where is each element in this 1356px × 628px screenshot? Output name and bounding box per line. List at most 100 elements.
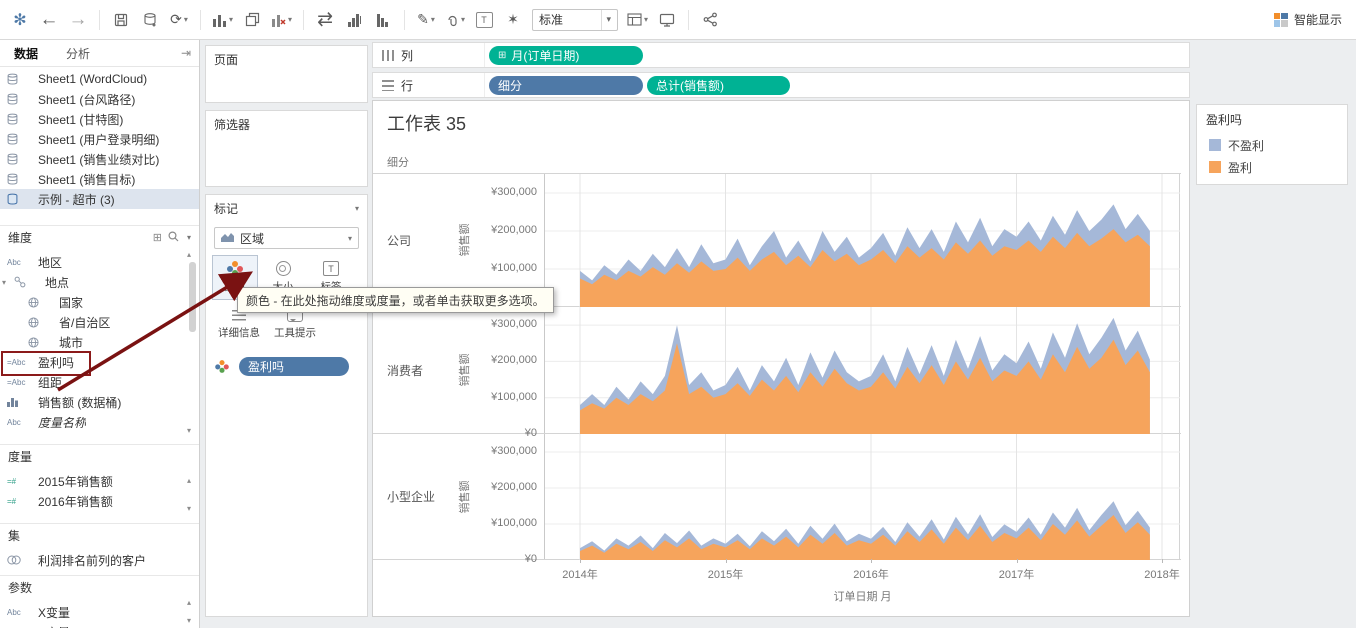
data-source-item-4[interactable]: Sheet1 (销售业绩对比) bbox=[0, 149, 199, 169]
db-icon bbox=[7, 113, 33, 125]
abc-icon: Abc bbox=[7, 607, 21, 617]
dimension-item-6[interactable]: =Abc 组距 bbox=[0, 372, 199, 392]
undo-icon[interactable]: ← bbox=[39, 8, 59, 32]
color-pill[interactable]: 盈利吗 bbox=[239, 357, 349, 376]
share-icon[interactable] bbox=[700, 8, 720, 32]
sort-ascending-icon[interactable] bbox=[344, 8, 364, 32]
mark-type-dropdown[interactable]: 区域 ▾ bbox=[214, 227, 359, 249]
scroll-down-icon[interactable]: ▾ bbox=[187, 426, 191, 435]
search-icon[interactable] bbox=[168, 230, 179, 245]
dimension-item-7[interactable]: 销售额 (数据桶) bbox=[0, 392, 199, 412]
dimension-item-3[interactable]: 省/自治区 bbox=[0, 312, 199, 332]
field-label: Sheet1 (销售业绩对比) bbox=[38, 152, 160, 167]
columns-pill-0[interactable]: ⊞ 月(订单日期) bbox=[489, 45, 643, 65]
pages-card[interactable]: 页面 bbox=[205, 45, 368, 103]
area-chart-panel-0[interactable] bbox=[545, 174, 1180, 307]
rows-label-text: 行 bbox=[401, 78, 414, 93]
save-icon[interactable] bbox=[111, 8, 131, 32]
tab-analytics[interactable]: 分析 bbox=[52, 40, 104, 66]
row-header[interactable]: 消费者 bbox=[373, 307, 453, 433]
scrollbar-thumb[interactable] bbox=[189, 262, 196, 332]
dimension-item-5[interactable]: =Abc 盈利吗 bbox=[0, 352, 199, 372]
fit-dropdown[interactable]: 标准 ▾ bbox=[532, 8, 619, 31]
scroll-down-icon[interactable]: ▾ bbox=[187, 504, 191, 513]
sort-descending-icon[interactable] bbox=[373, 8, 393, 32]
legend-item[interactable]: 盈利 bbox=[1197, 156, 1347, 178]
dimension-item-0[interactable]: Abc 地区 bbox=[0, 252, 199, 272]
db-active-icon bbox=[7, 193, 33, 205]
legend-item[interactable]: 不盈利 bbox=[1197, 134, 1347, 156]
parameter-item-1[interactable]: AbcY变量 bbox=[0, 622, 199, 628]
rows-shelf[interactable]: 行 细分 总计(销售额) bbox=[372, 72, 1190, 98]
scroll-up-icon[interactable]: ▴ bbox=[187, 476, 191, 485]
measure-item-1[interactable]: =# 2016年销售额 bbox=[0, 491, 199, 511]
swap-axes-icon[interactable]: ⇄ bbox=[315, 8, 335, 32]
scroll-up-icon[interactable]: ▴ bbox=[187, 250, 191, 259]
x-tick-label: 2014年 bbox=[562, 569, 598, 581]
globe-icon bbox=[28, 336, 54, 348]
data-source-item-0[interactable]: Sheet1 (WordCloud) bbox=[0, 69, 199, 89]
show-mark-labels-icon[interactable]: T bbox=[474, 8, 494, 32]
show-me-icon bbox=[1273, 12, 1288, 27]
duplicate-sheet-icon[interactable] bbox=[242, 8, 262, 32]
columns-shelf-label: 列 bbox=[373, 43, 485, 67]
area-chart-panel-2[interactable] bbox=[545, 434, 1180, 560]
data-source-list: Sheet1 (WordCloud) Sheet1 (台风路径) Sheet1 (甘… bbox=[0, 69, 199, 209]
pause-auto-updates-icon[interactable]: ⟳ ▾ bbox=[169, 8, 189, 32]
redo-icon[interactable]: → bbox=[68, 8, 88, 32]
data-source-item-5[interactable]: Sheet1 (销售目标) bbox=[0, 169, 199, 189]
bins-icon bbox=[7, 397, 33, 407]
filters-card[interactable]: 筛选器 bbox=[205, 110, 368, 187]
view-data-grid-icon[interactable]: ⊞ bbox=[153, 231, 162, 244]
chevron-down-icon[interactable]: ▾ bbox=[348, 234, 352, 243]
group-members-icon[interactable]: ▾ bbox=[445, 8, 465, 32]
rows-pill-0[interactable]: 细分 bbox=[489, 75, 643, 95]
fix-axes-icon[interactable]: ✶ bbox=[503, 8, 523, 32]
show-hide-cards-icon[interactable]: ▾ bbox=[627, 8, 648, 32]
data-pane: 数据 分析 ⇥ Sheet1 (WordCloud) Sheet1 (台风路径) S… bbox=[0, 40, 200, 628]
row-field-header[interactable]: 细分 bbox=[387, 154, 409, 170]
label-icon: T bbox=[323, 261, 339, 276]
scroll-down-icon[interactable]: ▾ bbox=[187, 616, 191, 625]
toolbar-separator bbox=[99, 9, 100, 30]
measure-item-0[interactable]: =# 2015年销售额 bbox=[0, 471, 199, 491]
measures-header: 度量 bbox=[0, 444, 199, 467]
clear-sheet-icon[interactable]: ▾ bbox=[271, 8, 292, 32]
dimensions-header: 维度 ⊞ ▾ bbox=[0, 225, 199, 248]
tab-data[interactable]: 数据 bbox=[0, 40, 52, 66]
show-me-button[interactable]: 智能显示 bbox=[1273, 11, 1346, 28]
data-source-item-6[interactable]: 示例 - 超市 (3) bbox=[0, 189, 199, 209]
scroll-up-icon[interactable]: ▴ bbox=[187, 598, 191, 607]
dimensions-header-label: 维度 bbox=[8, 231, 33, 245]
pane-menu-icon[interactable]: ▾ bbox=[187, 233, 191, 242]
legend-title[interactable]: 盈利吗 bbox=[1197, 105, 1347, 134]
sheet-title[interactable]: 工作表 35 bbox=[387, 110, 466, 136]
data-source-item-2[interactable]: Sheet1 (甘特图) bbox=[0, 109, 199, 129]
highlight-icon[interactable]: ✎ ▾ bbox=[416, 8, 436, 32]
area-chart-panel-1[interactable] bbox=[545, 307, 1180, 434]
dimension-item-4[interactable]: 城市 bbox=[0, 332, 199, 352]
set-item-0[interactable]: 利润排名前列的客户 bbox=[0, 550, 199, 570]
dimension-item-1[interactable]: ▾ 地点 bbox=[0, 272, 199, 292]
new-worksheet-icon[interactable]: ▾ bbox=[212, 8, 233, 32]
num-calc-icon: =# bbox=[7, 496, 17, 506]
x-tick-mark bbox=[725, 559, 727, 563]
field-label: 销售额 (数据桶) bbox=[38, 395, 122, 410]
dimension-item-8[interactable]: Abc 度量名称 bbox=[0, 412, 199, 432]
worksheet-canvas: 工作表 35 细分 公司 销售额 ¥300,000 ¥200,000 ¥100,000 消… bbox=[372, 100, 1190, 617]
new-data-source-icon[interactable] bbox=[140, 8, 160, 32]
toolbar: ✻ ← → ⟳ ▾ ▾ ▾ ⇄ ✎ ▾ ▾ T ✶ 标准 ▾ ▾ 智能显示 bbox=[0, 0, 1356, 40]
marks-menu-icon[interactable]: ▾ bbox=[355, 204, 359, 213]
chevron-down-icon[interactable]: ▾ bbox=[600, 9, 611, 30]
collapse-pane-icon[interactable]: ⇥ bbox=[181, 46, 199, 60]
data-source-item-1[interactable]: Sheet1 (台风路径) bbox=[0, 89, 199, 109]
expand-caret-icon[interactable]: ▾ bbox=[2, 278, 9, 287]
rows-pill-1[interactable]: 总计(销售额) bbox=[647, 75, 790, 95]
row-header[interactable]: 小型企业 bbox=[373, 434, 453, 559]
dimension-item-2[interactable]: 国家 bbox=[0, 292, 199, 312]
parameter-item-0[interactable]: Abc X变量 bbox=[0, 602, 199, 622]
data-source-item-3[interactable]: Sheet1 (用户登录明细) bbox=[0, 129, 199, 149]
pill-label: 月(订单日期) bbox=[511, 48, 580, 63]
columns-shelf[interactable]: 列 ⊞ 月(订单日期) bbox=[372, 42, 1190, 68]
presentation-mode-icon[interactable] bbox=[657, 8, 677, 32]
